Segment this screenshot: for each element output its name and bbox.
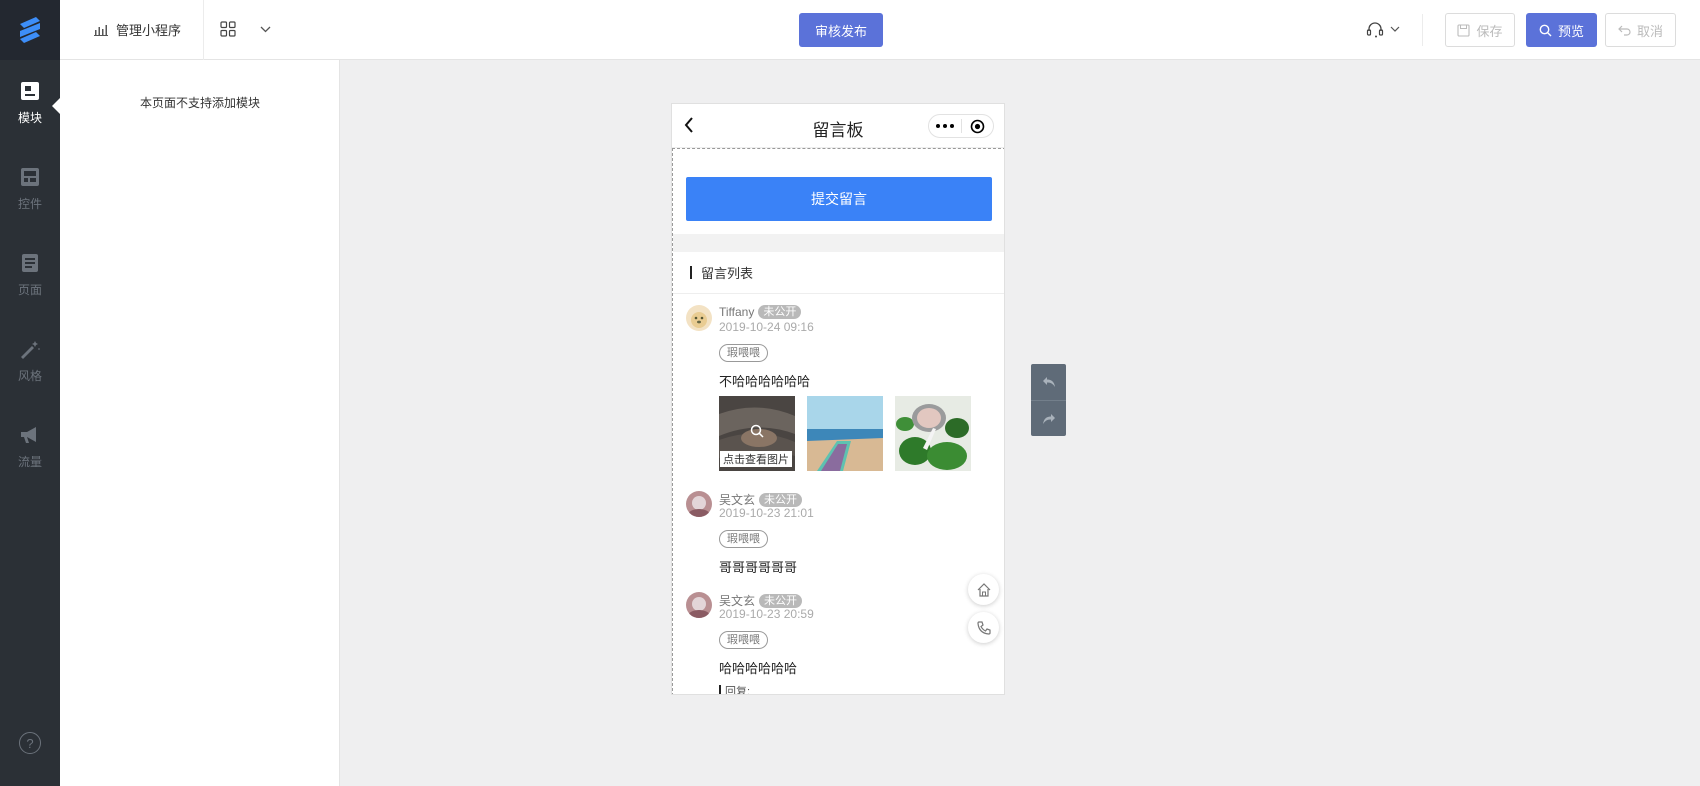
- message-time: 2019-10-23 20:59: [719, 607, 814, 621]
- list-item: 吴文玄 未公开 2019-10-23 20:59 瑕喂喂 哈哈哈哈哈哈 回复:: [686, 592, 986, 695]
- undo-icon: [1618, 25, 1631, 36]
- message-list-title: 留言列表: [701, 266, 754, 281]
- undo-redo-panel: [1031, 364, 1066, 436]
- nav-item-modules[interactable]: 模块: [0, 60, 60, 146]
- home-button[interactable]: [968, 574, 999, 605]
- message-image[interactable]: 点击查看图片: [719, 396, 795, 471]
- message-image[interactable]: [807, 396, 883, 471]
- view-image-hint: 点击查看图片: [720, 451, 792, 467]
- avatar: [686, 592, 712, 618]
- message-text: 哈哈哈哈哈哈: [719, 661, 798, 676]
- save-label: 保存: [1476, 23, 1503, 39]
- message-author: Tiffany 未公开: [719, 305, 802, 319]
- panel-notice: 本页面不支持添加模块: [139, 96, 260, 110]
- nav-label: 风格: [17, 369, 42, 383]
- module-icon: [19, 80, 41, 102]
- redo-arrow-icon: [1042, 413, 1055, 424]
- divider: [203, 0, 204, 60]
- review-publish-button[interactable]: 审核发布: [799, 13, 883, 47]
- message-tag: 瑕喂喂: [719, 344, 768, 362]
- message-time: 2019-10-24 09:16: [719, 320, 814, 334]
- phone-navbar: 留言板: [672, 104, 1004, 148]
- nav-item-widgets[interactable]: 控件: [0, 146, 60, 232]
- megaphone-icon: [19, 424, 41, 446]
- app-switcher[interactable]: [220, 21, 271, 37]
- save-button[interactable]: 保存: [1445, 13, 1515, 47]
- status-badge: 未公开: [758, 305, 802, 319]
- message-text: 哥哥哥哥哥哥: [719, 560, 798, 575]
- avatar: [686, 491, 712, 517]
- page-icon: [19, 252, 41, 274]
- chevron-down-icon: [260, 26, 271, 32]
- divider: [1422, 14, 1423, 46]
- nav-label: 模块: [17, 111, 42, 125]
- headset-icon: [1366, 22, 1384, 38]
- section-divider: [673, 234, 1004, 252]
- message-list-header: 留言列表: [673, 252, 1004, 294]
- phone-preview: 留言板 提交留言 留言列表 Tiffany 未公开 2019-10-24 09:…: [671, 103, 1005, 695]
- top-bar: 管理小程序 审核发布 保存 预览 取消: [60, 0, 1700, 60]
- home-icon: [977, 582, 990, 597]
- phone-call-button[interactable]: [968, 612, 999, 643]
- message-tag: 瑕喂喂: [719, 631, 768, 649]
- list-item: 吴文玄 未公开 2019-10-23 21:01 瑕喂喂 哥哥哥哥哥哥: [686, 491, 986, 575]
- logo-icon: [20, 17, 40, 43]
- preview-label: 预览: [1557, 23, 1584, 39]
- list-item: Tiffany 未公开 2019-10-24 09:16 瑕喂喂 不哈哈哈哈哈哈…: [686, 305, 986, 475]
- undo-arrow-icon: [1042, 377, 1055, 387]
- status-badge: 未公开: [759, 492, 803, 507]
- help-icon[interactable]: ?: [19, 732, 41, 754]
- status-badge: 未公开: [759, 593, 803, 608]
- widget-icon: [19, 166, 41, 188]
- reply-section: 回复:: [719, 683, 751, 695]
- help-symbol: ?: [26, 735, 34, 751]
- chevron-down-icon: [1390, 26, 1400, 32]
- bar-chart-icon: [94, 24, 108, 36]
- close-target-icon[interactable]: [962, 119, 994, 134]
- module-panel: 本页面不支持添加模块: [60, 60, 340, 786]
- nav-item-traffic[interactable]: 流量: [0, 404, 60, 490]
- manage-label: 管理小程序: [116, 23, 182, 38]
- phone-icon: [976, 620, 991, 635]
- nav-label: 流量: [17, 455, 42, 469]
- cancel-label: 取消: [1636, 23, 1663, 39]
- miniprogram-capsule: [928, 114, 994, 138]
- customer-service[interactable]: [1366, 20, 1400, 38]
- style-wand-icon: [19, 338, 41, 360]
- nav-item-style[interactable]: 风格: [0, 318, 60, 404]
- message-text: 不哈哈哈哈哈哈: [719, 374, 811, 389]
- author-name: Tiffany: [719, 305, 755, 319]
- app-logo[interactable]: [0, 0, 60, 60]
- preview-button[interactable]: 预览: [1526, 13, 1597, 47]
- zoom-icon: [750, 424, 764, 438]
- nav-item-pages[interactable]: 页面: [0, 232, 60, 318]
- nav-label: 控件: [17, 197, 42, 211]
- reply-label: 回复:: [725, 686, 751, 695]
- save-icon: [1457, 23, 1471, 37]
- message-image[interactable]: [895, 396, 971, 471]
- undo-button[interactable]: [1031, 364, 1066, 400]
- cancel-button[interactable]: 取消: [1605, 13, 1676, 47]
- nav-label: 页面: [17, 283, 42, 297]
- message-images: 点击查看图片: [719, 396, 971, 471]
- grid-icon: [220, 21, 236, 37]
- manage-miniprogram-link[interactable]: 管理小程序: [94, 20, 181, 39]
- redo-button[interactable]: [1031, 400, 1066, 436]
- message-tag: 瑕喂喂: [719, 530, 768, 548]
- left-nav: 模块 控件 页面 风格 流量 ?: [0, 0, 60, 786]
- message-time: 2019-10-23 21:01: [719, 506, 814, 520]
- avatar: [686, 305, 712, 331]
- phone-content: 提交留言 留言列表 Tiffany 未公开 2019-10-24 09:16 瑕…: [672, 148, 1004, 695]
- submit-message-button[interactable]: 提交留言: [686, 177, 992, 221]
- search-icon: [1539, 24, 1552, 36]
- more-dots-icon[interactable]: [929, 124, 961, 128]
